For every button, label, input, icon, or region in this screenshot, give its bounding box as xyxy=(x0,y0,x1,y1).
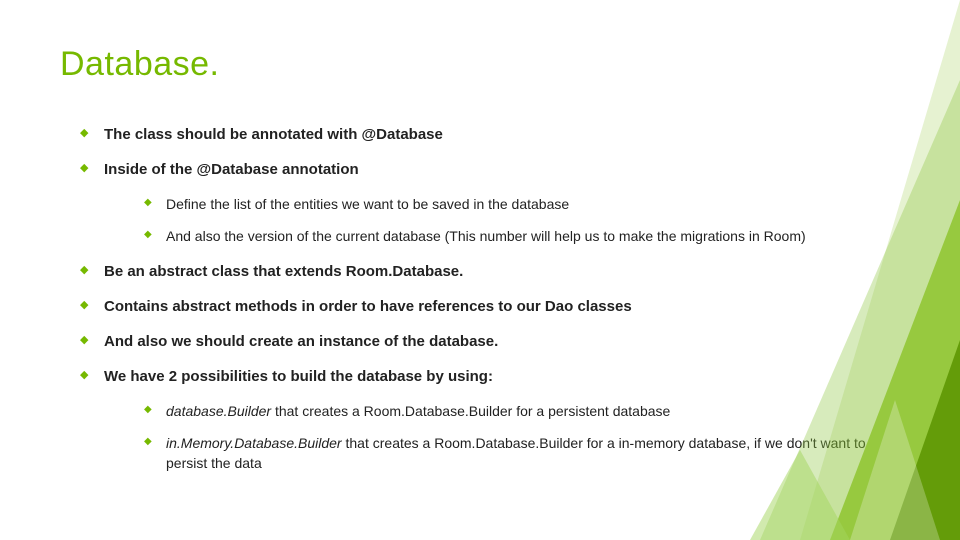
bullet-item: Contains abstract methods in order to ha… xyxy=(80,296,900,317)
sub-bullet-item: And also the version of the current data… xyxy=(144,226,900,246)
bullet-list: The class should be annotated with @Data… xyxy=(80,124,900,473)
bullet-item: We have 2 possibilities to build the dat… xyxy=(80,366,900,474)
sub-bullet-list: database.Builder that creates a Room.Dat… xyxy=(144,401,900,474)
sub-bullet-text: And also the version of the current data… xyxy=(166,228,806,244)
bullet-text: Inside of the @Database annotation xyxy=(104,161,359,178)
bullet-item: Be an abstract class that extends Room.D… xyxy=(80,261,900,282)
bullet-text: We have 2 possibilities to build the dat… xyxy=(104,368,493,385)
sub-bullet-item: database.Builder that creates a Room.Dat… xyxy=(144,401,900,421)
sub-bullet-text: that creates a Room.Database.Builder for… xyxy=(271,403,670,419)
bullet-text: Be an abstract class that extends Room.D… xyxy=(104,263,463,280)
bullet-text: And also we should create an instance of… xyxy=(104,333,498,350)
slide: Database. The class should be annotated … xyxy=(0,0,960,540)
sub-bullet-text: Define the list of the entities we want … xyxy=(166,196,569,212)
bullet-item: Inside of the @Database annotation Defin… xyxy=(80,159,900,247)
slide-title: Database. xyxy=(60,45,900,84)
bullet-item: The class should be annotated with @Data… xyxy=(80,124,900,145)
sub-bullet-item: in.Memory.Database.Builder that creates … xyxy=(144,433,900,474)
bullet-text: The class should be annotated with @Data… xyxy=(104,126,443,143)
sub-bullet-term: in.Memory.Database.Builder xyxy=(166,435,342,451)
bullet-text: Contains abstract methods in order to ha… xyxy=(104,298,632,315)
sub-bullet-list: Define the list of the entities we want … xyxy=(144,194,900,247)
sub-bullet-term: database.Builder xyxy=(166,403,271,419)
bullet-item: And also we should create an instance of… xyxy=(80,331,900,352)
sub-bullet-item: Define the list of the entities we want … xyxy=(144,194,900,214)
